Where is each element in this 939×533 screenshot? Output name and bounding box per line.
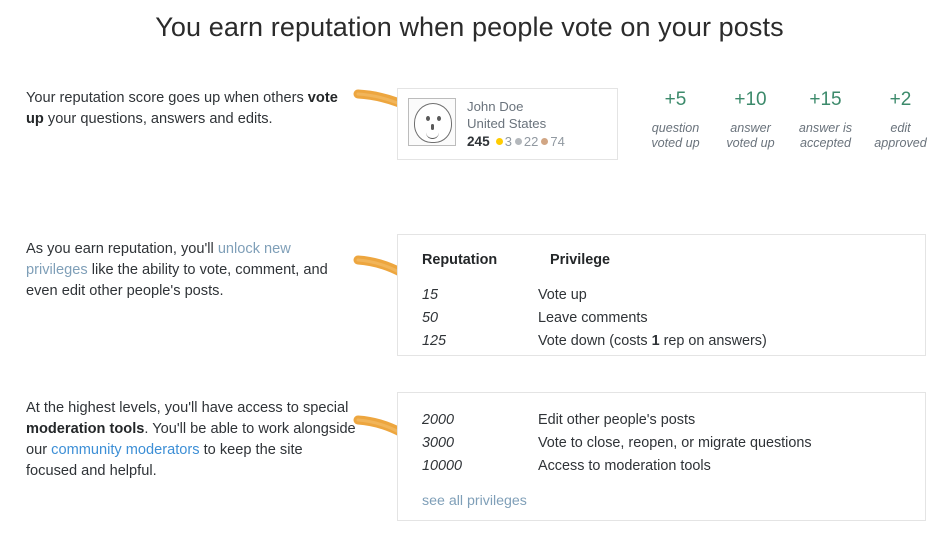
award-label-line1: answer is <box>798 121 853 135</box>
avatar-mouth-icon <box>426 132 439 139</box>
row-privilege: Vote up <box>538 284 587 307</box>
row-privilege: Edit other people's posts <box>538 412 696 428</box>
row-privilege: Leave comments <box>538 307 648 330</box>
privileges-basic-panel: Reputation Privilege 15 Vote up 50 Leave… <box>397 234 926 356</box>
privileges-advanced-table: 2000 Edit other people's posts 3000 Vote… <box>398 393 925 509</box>
user-reputation-line: 245 3 22 74 <box>467 133 565 150</box>
row-privilege-pre: Vote up <box>538 287 587 303</box>
table-header-row: Reputation Privilege <box>410 249 925 272</box>
award-label: answer voted up <box>713 121 788 151</box>
user-card[interactable]: John Doe United States 245 3 22 74 <box>397 88 618 160</box>
user-name[interactable]: John Doe <box>467 98 565 115</box>
award-label-line2: accepted <box>799 136 852 150</box>
see-all-privileges-link[interactable]: see all privileges <box>410 493 925 509</box>
avatar-nose-icon <box>431 124 434 130</box>
section-1-blurb: Your reputation score goes up when other… <box>26 88 356 130</box>
award-label-line2: voted up <box>726 136 775 150</box>
badge-gold-count: 3 <box>504 134 512 149</box>
row-reputation: 3000 <box>422 435 455 451</box>
row-reputation: 2000 <box>422 412 455 428</box>
award-label: question voted up <box>638 121 713 151</box>
table-row: 2000 Edit other people's posts <box>410 409 925 432</box>
row-privilege-pre: Leave comments <box>538 310 648 326</box>
row-reputation: 15 <box>422 287 439 303</box>
award-label-line1: question <box>651 121 700 135</box>
avatar-eye-right-icon <box>437 116 441 121</box>
row-reputation: 50 <box>422 310 439 326</box>
award-question-voted-up: +5 question voted up <box>638 88 713 151</box>
table-row: 3000 Vote to close, reopen, or migrate q… <box>410 432 925 455</box>
section-1-text-part1: Your reputation score goes up when other… <box>26 90 308 106</box>
award-answer-voted-up: +10 answer voted up <box>713 88 788 151</box>
award-label-line2: voted up <box>651 136 700 150</box>
award-label-line2: approved <box>874 136 927 150</box>
badge-gold[interactable]: 3 <box>495 133 512 150</box>
award-value: +10 <box>734 89 767 110</box>
badge-bronze-count: 74 <box>550 134 565 149</box>
badge-silver[interactable]: 22 <box>514 133 539 150</box>
section-3-strong-moderation-tools: moderation tools <box>26 421 145 437</box>
privileges-advanced-panel: 2000 Edit other people's posts 3000 Vote… <box>397 392 926 521</box>
table-row: 125 Vote down (costs 1 rep on answers) <box>410 330 925 353</box>
table-row: 10000 Access to moderation tools <box>410 455 925 478</box>
row-privilege: Vote to close, reopen, or migrate questi… <box>538 435 812 451</box>
row-privilege-pre: Vote down (costs <box>538 333 652 349</box>
section-2-text-part1: As you earn reputation, you'll <box>26 241 218 257</box>
privileges-basic-table: Reputation Privilege 15 Vote up 50 Leave… <box>398 235 925 353</box>
award-answer-accepted: +15 answer is accepted <box>788 88 863 151</box>
badge-silver-count: 22 <box>523 134 539 149</box>
row-privilege-strong: 1 <box>651 333 660 349</box>
award-value: +15 <box>809 89 842 110</box>
row-privilege: Access to moderation tools <box>538 458 711 474</box>
column-header-privilege: Privilege <box>550 252 610 268</box>
badge-bronze[interactable]: 74 <box>541 133 565 150</box>
award-value: +2 <box>889 89 912 110</box>
column-header-reputation: Reputation <box>422 252 498 268</box>
section-3-text-part1: At the highest levels, you'll have acces… <box>26 400 349 416</box>
table-row: 50 Leave comments <box>410 307 925 330</box>
section-1-text-part2: your questions, answers and edits. <box>43 111 273 127</box>
reputation-awards-list: +5 question voted up +10 answer voted up… <box>638 88 938 151</box>
section-2-blurb: As you earn reputation, you'll unlock ne… <box>26 239 356 302</box>
avatar[interactable] <box>408 98 456 146</box>
community-moderators-link[interactable]: community moderators <box>51 442 199 458</box>
award-label: edit approved <box>863 121 938 151</box>
user-reputation-score: 245 <box>467 134 490 149</box>
award-value: +5 <box>664 89 687 110</box>
bronze-badge-icon <box>541 138 549 145</box>
user-location: United States <box>467 116 547 131</box>
gold-badge-icon <box>495 138 503 145</box>
row-reputation: 10000 <box>422 458 463 474</box>
page-title: You earn reputation when people vote on … <box>155 12 784 42</box>
award-label-line1: answer <box>730 121 771 135</box>
award-edit-approved: +2 edit approved <box>863 88 938 151</box>
row-privilege-post: rep on answers) <box>659 333 767 349</box>
silver-badge-icon <box>514 138 522 145</box>
avatar-eye-left-icon <box>426 116 430 121</box>
section-3-blurb: At the highest levels, you'll have acces… <box>26 398 356 482</box>
award-label-line1: edit <box>890 121 911 135</box>
award-label: answer is accepted <box>788 121 863 151</box>
row-privilege: Vote down (costs 1 rep on answers) <box>538 330 767 353</box>
table-row: 15 Vote up <box>410 284 925 307</box>
row-reputation: 125 <box>422 333 447 349</box>
user-face-avatar-icon <box>414 103 452 143</box>
